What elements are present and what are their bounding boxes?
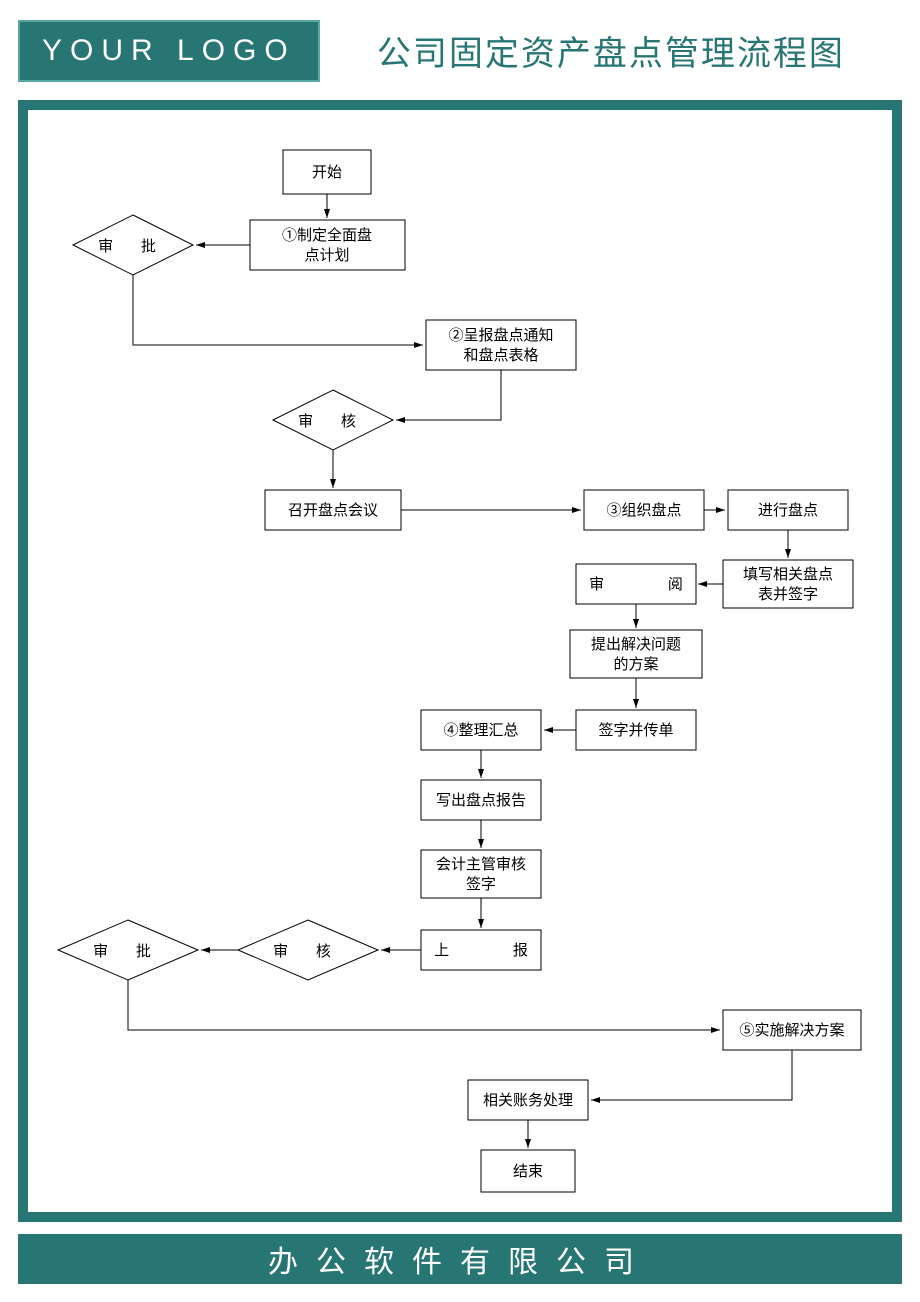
- node-start-label: 开始: [312, 164, 342, 181]
- node-implement-label: ⑤实施解决方案: [739, 1021, 844, 1039]
- node-propose-label1: 提出解决问题: [591, 636, 681, 653]
- node-review1-label: 审 核: [298, 413, 368, 430]
- node-review2-label: 审 核: [273, 943, 343, 960]
- node-fillform-label2: 表并签字: [758, 586, 818, 603]
- node-notify-label1: ②呈报盘点通知: [448, 326, 553, 344]
- node-fillform-label1: 填写相关盘点: [743, 565, 833, 583]
- node-account-label: 相关账务处理: [483, 1092, 573, 1109]
- node-accountant-label2: 签字: [466, 876, 496, 893]
- node-approve2-label: 审 批: [93, 943, 163, 960]
- node-propose-label2: 的方案: [613, 655, 658, 673]
- node-accountant-label1: 会计主管审核: [436, 856, 526, 873]
- node-plan-label2: 点计划: [304, 247, 349, 264]
- flowchart-svg: 开始 ①制定全面盘 点计划 审 批 ②呈报盘点通知 和盘点表格 审 核: [28, 110, 892, 1212]
- node-read-label: 审 阅: [589, 576, 713, 593]
- logo-box: YOUR LOGO: [18, 20, 320, 82]
- node-signpass-label: 签字并传单: [598, 722, 673, 739]
- header: YOUR LOGO 公司固定资产盘点管理流程图: [18, 18, 902, 83]
- node-submit-label: 上 报: [434, 942, 558, 959]
- node-meeting-label: 召开盘点会议: [288, 501, 378, 519]
- flowchart-frame: 开始 ①制定全面盘 点计划 审 批 ②呈报盘点通知 和盘点表格 审 核: [18, 100, 902, 1222]
- node-summary-label: ④整理汇总: [443, 722, 518, 739]
- node-report-label: 写出盘点报告: [436, 791, 526, 809]
- page-title: 公司固定资产盘点管理流程图: [320, 26, 902, 75]
- page: YOUR LOGO 公司固定资产盘点管理流程图 开始 ①制定全面盘 点计划 审 …: [0, 0, 920, 1302]
- node-execute-label: 进行盘点: [758, 501, 818, 519]
- footer: 办公软件有限公司: [18, 1234, 902, 1284]
- node-organize-label: ③组织盘点: [606, 501, 681, 519]
- node-notify-label2: 和盘点表格: [463, 346, 538, 364]
- node-plan-label1: ①制定全面盘: [282, 226, 372, 244]
- node-approve1-label: 审 批: [98, 238, 168, 255]
- node-end-label: 结束: [513, 1163, 543, 1180]
